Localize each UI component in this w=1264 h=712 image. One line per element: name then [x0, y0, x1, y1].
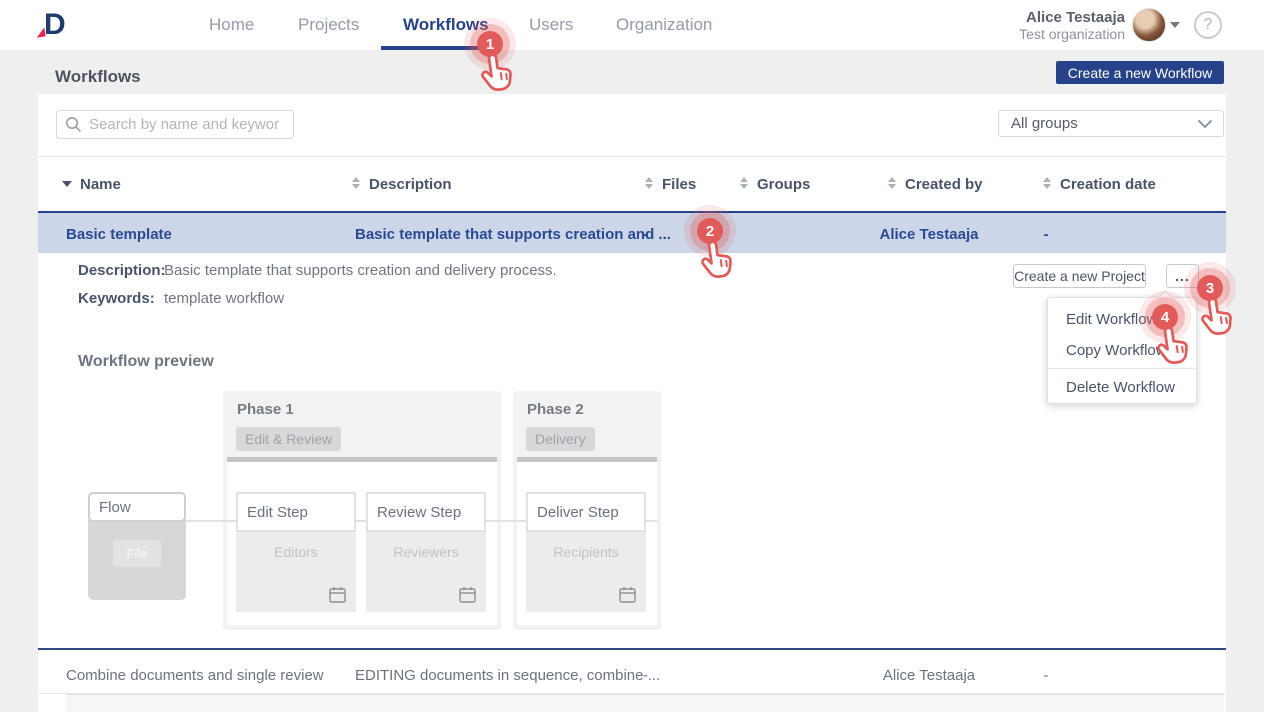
- user-menu-caret-icon[interactable]: [1170, 22, 1180, 28]
- phase-1-tag: Edit & Review: [236, 427, 341, 451]
- phase-1-label: Phase 1: [237, 401, 294, 418]
- sort-name-icon[interactable]: [62, 181, 72, 187]
- column-header-creation-date[interactable]: Creation date: [1060, 176, 1156, 193]
- connector-deliver-end: [646, 520, 657, 522]
- row-description: Basic template that supports creation an…: [355, 226, 671, 243]
- chevron-down-icon: [1197, 119, 1213, 129]
- calendar-icon: [618, 585, 637, 604]
- row-description: EDITING documents in sequence, combine .…: [355, 667, 660, 684]
- column-header-groups[interactable]: Groups: [757, 176, 810, 193]
- sort-files-icon[interactable]: [645, 177, 653, 189]
- row-name: Basic template: [66, 226, 172, 243]
- menu-item-delete-workflow[interactable]: Delete Workflow: [1048, 372, 1196, 403]
- user-organization: Test organization: [980, 26, 1125, 42]
- step-edit-title: Edit Step: [236, 492, 356, 532]
- step-deliver-title: Deliver Step: [526, 492, 646, 532]
- nav-item-home[interactable]: Home: [209, 15, 254, 35]
- create-workflow-button[interactable]: Create a new Workflow: [1056, 61, 1224, 84]
- hand-cursor-icon: [1191, 294, 1239, 347]
- search-input[interactable]: [89, 116, 279, 133]
- step-review[interactable]: Review Step Reviewers: [366, 492, 486, 612]
- help-button[interactable]: ?: [1194, 11, 1222, 39]
- step-edit[interactable]: Edit Step Editors: [236, 492, 356, 612]
- connector-review-deliver: [486, 520, 526, 522]
- hand-cursor-icon: [471, 50, 519, 103]
- page-title: Workflows: [55, 67, 141, 87]
- keywords-label: Keywords:: [78, 290, 155, 307]
- top-nav: D Home Projects Workflows Users Organiza…: [0, 0, 1264, 50]
- user-info[interactable]: Alice Testaaja Test organization: [980, 9, 1125, 42]
- create-project-button[interactable]: Create a new Project: [1013, 264, 1146, 288]
- row-created-by: Alice Testaaja: [849, 226, 1009, 243]
- hand-cursor-icon: [691, 237, 739, 290]
- row-created-by: Alice Testaaja: [849, 667, 1009, 684]
- sort-groups-icon[interactable]: [740, 177, 748, 189]
- toolbar-divider: [38, 156, 1226, 157]
- step-deliver-body: Recipients: [526, 532, 646, 612]
- workflow-preview-title: Workflow preview: [78, 353, 214, 371]
- flow-node[interactable]: Flow: [88, 492, 186, 522]
- logo-accent-icon: [35, 27, 45, 37]
- groups-filter-select[interactable]: All groups: [998, 110, 1224, 137]
- help-icon: ?: [1204, 16, 1213, 34]
- avatar[interactable]: [1132, 8, 1166, 42]
- row-creation-date: -: [1036, 226, 1056, 243]
- phase-2-label: Phase 2: [527, 401, 584, 418]
- step-deliver-role: Recipients: [526, 532, 646, 560]
- user-name: Alice Testaaja: [980, 9, 1125, 26]
- app-logo[interactable]: D: [44, 8, 66, 42]
- nav-item-projects[interactable]: Projects: [298, 15, 359, 35]
- step-deliver[interactable]: Deliver Step Recipients: [526, 492, 646, 612]
- next-row-strip: [66, 694, 1224, 712]
- more-actions-button[interactable]: ...: [1166, 264, 1199, 288]
- step-review-title: Review Step: [366, 492, 486, 532]
- sort-created-by-icon[interactable]: [888, 177, 896, 189]
- hand-cursor-icon: [1147, 323, 1195, 376]
- connector-flow-edit: [186, 520, 236, 522]
- calendar-icon: [458, 585, 477, 604]
- description-label: Description:: [78, 262, 166, 279]
- nav-item-workflows[interactable]: Workflows: [403, 15, 489, 35]
- search-icon: [65, 116, 82, 133]
- column-header-files[interactable]: Files: [662, 176, 696, 193]
- column-header-description[interactable]: Description: [369, 176, 452, 193]
- sort-creation-date-icon[interactable]: [1043, 177, 1051, 189]
- description-value: Basic template that supports creation an…: [164, 262, 557, 279]
- nav-item-organization[interactable]: Organization: [616, 15, 712, 35]
- phase-2-tag: Delivery: [526, 427, 595, 451]
- step-edit-role: Editors: [236, 532, 356, 560]
- step-review-role: Reviewers: [366, 532, 486, 560]
- keywords-value: template workflow: [164, 290, 284, 307]
- file-chip-label: File: [127, 546, 148, 561]
- calendar-icon: [328, 585, 347, 604]
- step-review-body: Reviewers: [366, 532, 486, 612]
- active-tab-underline: [381, 46, 481, 50]
- row-name: Combine documents and single review: [66, 667, 324, 684]
- row-creation-date: -: [1036, 667, 1056, 684]
- column-header-created-by[interactable]: Created by: [905, 176, 983, 193]
- search-box[interactable]: [56, 110, 294, 139]
- connector-edit-review: [356, 520, 366, 522]
- flow-node-label: Flow: [99, 499, 131, 516]
- table-row-selected[interactable]: Basic template Basic template that suppo…: [38, 211, 1226, 253]
- sort-description-icon[interactable]: [352, 177, 360, 189]
- groups-filter-value: All groups: [1011, 115, 1078, 132]
- row-files: -: [643, 226, 648, 243]
- file-chip[interactable]: File: [113, 540, 161, 567]
- step-edit-body: Editors: [236, 532, 356, 612]
- table-row[interactable]: Combine documents and single review EDIT…: [38, 648, 1226, 694]
- nav-item-users[interactable]: Users: [529, 15, 573, 35]
- logo-letter: D: [44, 8, 66, 41]
- column-header-name[interactable]: Name: [80, 176, 121, 193]
- row-files: -: [643, 667, 648, 684]
